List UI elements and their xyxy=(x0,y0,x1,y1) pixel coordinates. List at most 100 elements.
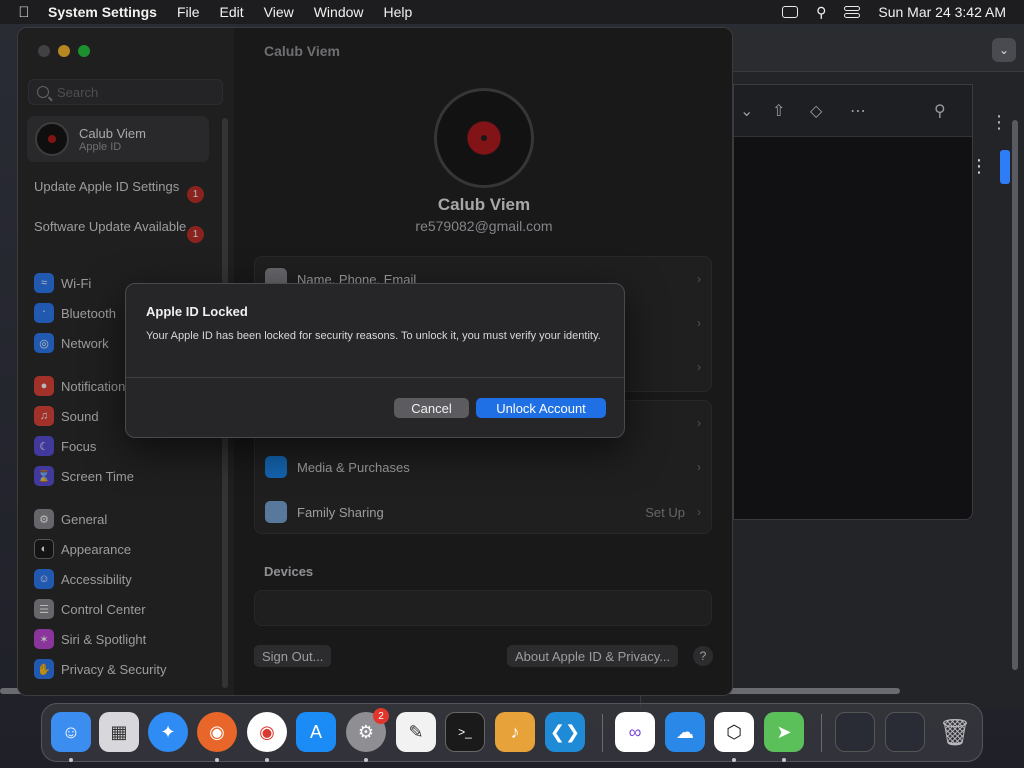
control-center-icon: ☰ xyxy=(34,599,54,619)
profile-name: Calub Viem xyxy=(437,195,531,214)
sidebar-item-privacy-security[interactable]: ✋ Privacy & Security xyxy=(34,658,166,680)
app-store-icon[interactable]: A xyxy=(296,712,336,752)
search-icon[interactable]: ⚲ xyxy=(934,101,946,121)
sidebar-item-bluetooth[interactable]: ᛫ Bluetooth xyxy=(34,302,116,324)
outline-vpn-icon[interactable]: ⬡ xyxy=(714,712,754,752)
menu-clock[interactable]: Sun Mar 24 3:42 AM xyxy=(878,4,1006,20)
menu-help[interactable]: Help xyxy=(384,4,413,20)
chevron-down-icon[interactable]: ⌄ xyxy=(740,101,753,121)
sidebar-item-accessibility[interactable]: ☺ Accessibility xyxy=(34,568,132,590)
page-title: Calub Viem xyxy=(264,43,340,59)
close-window-button[interactable] xyxy=(38,45,50,57)
tag-icon[interactable]: ◇ xyxy=(810,101,822,121)
zoom-window-button[interactable] xyxy=(78,45,90,57)
cancel-button[interactable]: Cancel xyxy=(394,398,469,418)
more-options-icon[interactable]: ⋯ xyxy=(850,101,866,121)
unlock-account-button[interactable]: Unlock Account xyxy=(476,398,606,418)
row-value: Set Up xyxy=(645,504,685,520)
more-vertical-icon[interactable]: ⋮ xyxy=(990,112,1008,133)
running-indicator xyxy=(732,758,736,762)
weather-icon[interactable]: ☁ xyxy=(665,712,705,752)
running-indicator xyxy=(782,758,786,762)
terminal-icon[interactable]: >_ xyxy=(445,712,485,752)
hand-icon: ✋ xyxy=(34,659,54,679)
sidebar-item-screen-time[interactable]: ⌛ Screen Time xyxy=(34,465,134,487)
apple-menu-icon[interactable]:  xyxy=(0,4,48,21)
sidebar-item-label: Accessibility xyxy=(61,571,132,587)
menu-file[interactable]: File xyxy=(177,4,200,20)
sidebar-item-sound[interactable]: ♫ Sound xyxy=(34,405,99,427)
bluetooth-icon: ᛫ xyxy=(34,303,54,323)
textedit-icon[interactable]: ✎ xyxy=(396,712,436,752)
vertical-scrollbar[interactable] xyxy=(1012,120,1018,670)
launchpad-icon[interactable]: ▦ xyxy=(99,712,139,752)
profile-avatar[interactable] xyxy=(434,88,534,188)
chevron-right-icon: › xyxy=(697,460,701,474)
bell-icon: ● xyxy=(34,376,54,396)
sidebar-item-label: Network xyxy=(61,335,109,351)
menu-view[interactable]: View xyxy=(264,4,294,20)
wifi-icon: ≈ xyxy=(34,273,54,293)
gear-icon: ⚙ xyxy=(34,509,54,529)
maps-icon[interactable]: ➤ xyxy=(764,712,804,752)
safari-icon[interactable]: ✦ xyxy=(148,712,188,752)
finder-icon[interactable]: ☺ xyxy=(51,712,91,752)
sidebar-item-label: Bluetooth xyxy=(61,305,116,321)
sidebar-item-focus[interactable]: ☾ Focus xyxy=(34,435,96,457)
moon-icon: ☾ xyxy=(34,436,54,456)
chevron-right-icon: › xyxy=(697,316,701,330)
window-thumbnail-icon[interactable] xyxy=(885,712,925,752)
chrome-icon[interactable]: ◉ xyxy=(247,712,287,752)
sidebar-item-label: Focus xyxy=(61,438,97,454)
minimize-window-button[interactable] xyxy=(58,45,70,57)
menu-edit[interactable]: Edit xyxy=(220,4,244,20)
sign-out-button[interactable]: Sign Out... xyxy=(254,645,332,667)
firefox-icon[interactable]: ◉ xyxy=(197,712,237,752)
menu-app-name[interactable]: System Settings xyxy=(48,4,157,20)
dock-separator xyxy=(821,714,822,752)
sidebar-item-label: Screen Time xyxy=(61,468,134,484)
sidebar-item-wifi[interactable]: ≈ Wi-Fi xyxy=(34,272,91,294)
garageband-icon[interactable]: ♪ xyxy=(495,712,535,752)
window-thumbnail-icon[interactable] xyxy=(835,712,875,752)
sidebar-item-label: Sound xyxy=(61,408,99,424)
spotlight-search-icon[interactable]: ⚲ xyxy=(816,4,826,21)
update-apple-id-settings-notice[interactable]: Update Apple ID Settings xyxy=(34,179,204,195)
search-input[interactable] xyxy=(57,84,207,100)
share-icon[interactable]: ⇧ xyxy=(772,101,785,121)
sidebar-apple-id-account[interactable]: Calub Viem Apple ID xyxy=(27,116,209,162)
control-center-icon[interactable] xyxy=(844,6,861,18)
trash-icon[interactable]: 🗑 xyxy=(935,712,975,752)
profile-email: re579082@gmail.com xyxy=(415,218,553,234)
sidebar-item-control-center[interactable]: ☰ Control Center xyxy=(34,598,146,620)
speaker-icon: ♫ xyxy=(34,406,54,426)
app-store-icon xyxy=(265,456,287,478)
window-controls xyxy=(38,45,90,57)
more-vertical-icon[interactable]: ⋮ xyxy=(970,156,988,177)
chevron-down-icon[interactable]: ⌄ xyxy=(992,38,1016,62)
notification-badge: 2 xyxy=(373,708,389,724)
siri-icon: ✶ xyxy=(34,629,54,649)
visual-studio-icon[interactable]: ∞ xyxy=(615,712,655,752)
help-button[interactable]: ? xyxy=(693,646,713,666)
sidebar-item-siri-spotlight[interactable]: ✶ Siri & Spotlight xyxy=(34,628,146,650)
screen-mirroring-icon[interactable] xyxy=(782,6,799,18)
about-apple-id-privacy-button[interactable]: About Apple ID & Privacy... xyxy=(507,645,679,667)
row-family-sharing[interactable]: Family Sharing Set Up › xyxy=(255,490,713,534)
sidebar-item-notifications[interactable]: ● Notifications xyxy=(34,375,132,397)
menu-window[interactable]: Window xyxy=(314,4,364,20)
sidebar-item-label: General xyxy=(61,511,108,527)
row-media-purchases[interactable]: Media & Purchases › xyxy=(255,445,713,489)
sidebar-item-label: Notifications xyxy=(61,378,132,394)
family-sharing-icon xyxy=(265,501,287,523)
sidebar-item-appearance[interactable]: ◐ Appearance xyxy=(34,538,131,560)
accessibility-icon: ☺ xyxy=(34,569,54,589)
sidebar-item-general[interactable]: ⚙ General xyxy=(34,508,107,530)
row-label: Media & Purchases xyxy=(297,459,410,475)
sidebar-item-network[interactable]: ◎ Network xyxy=(34,332,109,354)
search-icon xyxy=(37,86,49,98)
software-update-notice[interactable]: Software Update Available xyxy=(34,219,204,235)
notification-badge: 1 xyxy=(187,226,204,243)
vscode-icon[interactable]: ❮❯ xyxy=(545,712,585,752)
running-indicator xyxy=(364,758,368,762)
